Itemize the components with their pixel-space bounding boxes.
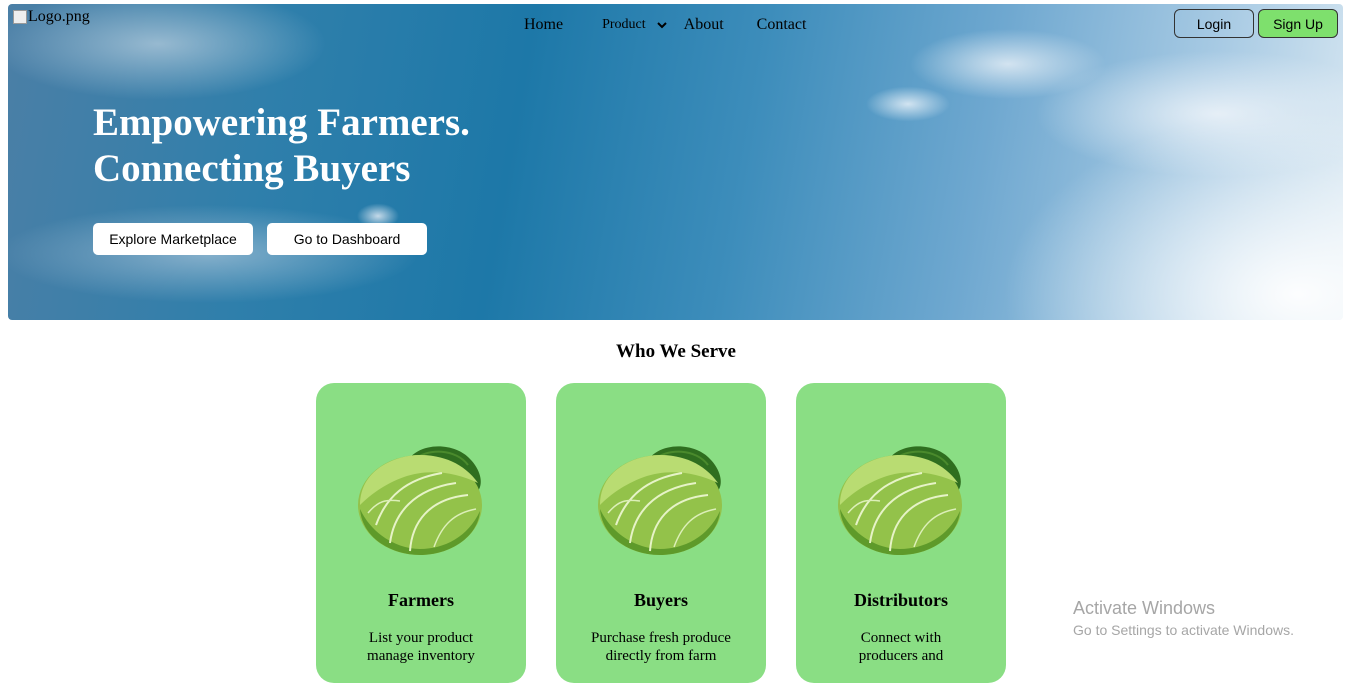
card-title: Buyers xyxy=(634,590,688,610)
card-distributors[interactable]: Distributors Connect with producers and xyxy=(796,383,1006,683)
card-farmers[interactable]: Farmers List your product manage invento… xyxy=(316,383,526,683)
nav-about[interactable]: About xyxy=(684,16,724,34)
main-nav: Home Product About Contact xyxy=(524,16,806,34)
nav-product-label: Product xyxy=(602,17,646,32)
section-title: Who We Serve xyxy=(616,341,736,362)
card-description: List your product manage inventory xyxy=(367,630,475,664)
cabbage-image xyxy=(836,439,966,559)
chevron-down-icon xyxy=(656,22,667,29)
login-button[interactable]: Login xyxy=(1174,9,1254,38)
hero-headline-line1: Empowering Farmers. xyxy=(93,101,470,144)
card-buyers[interactable]: Buyers Purchase fresh produce directly f… xyxy=(556,383,766,683)
cabbage-image xyxy=(356,439,486,559)
hero-headline: Empowering Farmers. Connecting Buyers xyxy=(93,100,470,192)
nav-home[interactable]: Home xyxy=(524,16,563,34)
watermark-subtitle: Go to Settings to activate Windows. xyxy=(1073,622,1294,638)
card-title: Distributors xyxy=(854,590,948,610)
signup-button[interactable]: Sign Up xyxy=(1258,9,1338,38)
card-description: Purchase fresh produce directly from far… xyxy=(591,630,731,664)
card-title: Farmers xyxy=(388,590,454,610)
hero-banner: Logo.png Home Product About Contact Logi… xyxy=(8,4,1343,320)
logo-alt-text: Logo.png xyxy=(28,8,90,25)
explore-marketplace-button[interactable]: Explore Marketplace xyxy=(93,223,253,255)
nav-product-dropdown[interactable]: Product xyxy=(602,17,668,33)
nav-contact[interactable]: Contact xyxy=(757,16,807,34)
logo[interactable]: Logo.png xyxy=(13,8,90,26)
hero-headline-line2: Connecting Buyers xyxy=(93,147,411,190)
watermark-title: Activate Windows xyxy=(1073,598,1216,618)
cabbage-image xyxy=(596,439,726,559)
go-to-dashboard-button[interactable]: Go to Dashboard xyxy=(267,223,427,255)
broken-image-icon xyxy=(13,10,27,24)
activate-windows-watermark: Activate Windows Go to Settings to activ… xyxy=(1073,598,1294,638)
card-description: Connect with producers and xyxy=(858,630,944,664)
